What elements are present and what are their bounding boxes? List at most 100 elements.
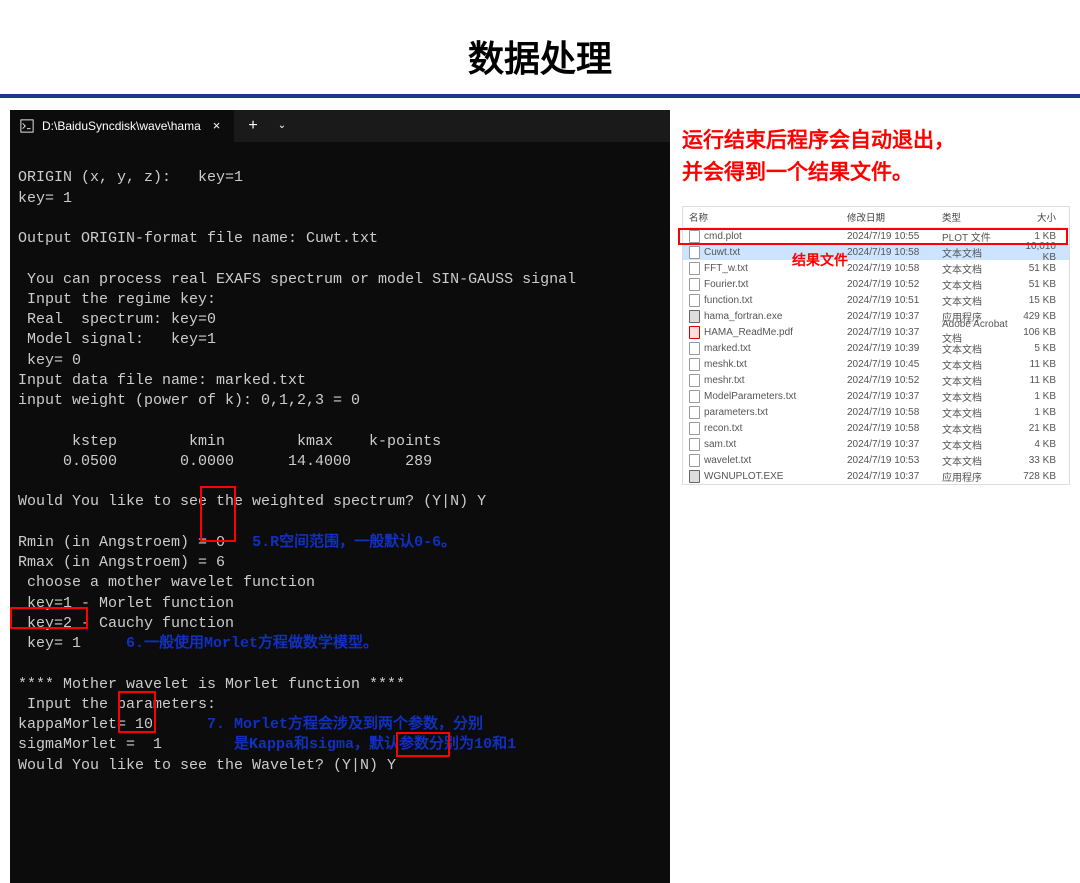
- file-date: 2024/7/19 10:53: [841, 452, 936, 469]
- file-icon: [689, 374, 700, 387]
- term-line: Rmax (in Angstroem) = 6: [18, 554, 225, 571]
- term-line: Real spectrum: key=0: [18, 311, 216, 328]
- term-line: Input the regime key:: [18, 291, 216, 308]
- file-size: 11 KB: [1014, 356, 1062, 373]
- term-line: kstep kmin kmax k-points: [18, 433, 441, 450]
- term-line: sigmaMorlet = 1: [18, 736, 162, 753]
- file-icon: [689, 438, 700, 451]
- term-line: Output ORIGIN-format file name: Cuwt.txt: [18, 230, 378, 247]
- tab-dropdown-icon[interactable]: ⌄: [272, 119, 292, 133]
- result-file-label: 结果文件: [792, 250, 848, 270]
- file-name: parameters.txt: [704, 407, 768, 418]
- file-date: 2024/7/19 10:39: [841, 340, 936, 357]
- file-size: 21 KB: [1014, 420, 1062, 437]
- file-icon: [689, 278, 700, 291]
- term-line: key= 1: [18, 190, 72, 207]
- file-icon: [689, 262, 700, 275]
- file-name: recon.txt: [704, 423, 742, 434]
- file-date: 2024/7/19 10:58: [841, 260, 936, 277]
- slide-header: 数据处理: [0, 0, 1080, 94]
- file-type: 应用程序: [936, 466, 1014, 487]
- annotation-6: 6.一般使用Morlet方程做数学模型。: [126, 635, 378, 652]
- file-name: meshr.txt: [704, 375, 745, 386]
- file-size: 4 KB: [1014, 436, 1062, 453]
- file-date: 2024/7/19 10:58: [841, 244, 936, 261]
- file-date: 2024/7/19 10:37: [841, 468, 936, 485]
- close-icon[interactable]: ×: [209, 117, 225, 135]
- page-title: 数据处理: [0, 30, 1080, 82]
- file-explorer-wrap: 名称 修改日期 类型 大小 cmd.plot2024/7/19 10:55PLO…: [682, 198, 1070, 485]
- annotation-7b: 是Kappa和sigma，默认参数分别为10和1: [234, 736, 516, 753]
- redbox-rmin-rmax: [200, 486, 236, 542]
- terminal-body[interactable]: ORIGIN (x, y, z): key=1 key= 1 Output OR…: [10, 142, 670, 883]
- annotation-7a: 7. Morlet方程会涉及到两个参数，分别: [207, 716, 483, 733]
- file-date: 2024/7/19 10:58: [841, 404, 936, 421]
- file-name: FFT_w.txt: [704, 263, 748, 274]
- terminal-window: D:\BaiduSyncdisk\wave\hama × + ⌄ ORIGIN …: [10, 110, 670, 883]
- divider: [0, 94, 1080, 98]
- term-line: Would You like to see the Wavelet? (Y|N)…: [18, 757, 396, 774]
- file-date: 2024/7/19 10:58: [841, 420, 936, 437]
- term-line: Model signal: key=1: [18, 331, 216, 348]
- file-size: 429 KB: [1014, 308, 1062, 325]
- note-text: 运行结束后程序会自动退出， 并会得到一个结果文件。: [682, 110, 1070, 188]
- file-size: 33 KB: [1014, 452, 1062, 469]
- file-name: marked.txt: [704, 343, 751, 354]
- term-line: Rmin (in Angstroem) = 0: [18, 534, 225, 551]
- file-name: WGNUPLOT.EXE: [704, 471, 783, 482]
- file-name: meshk.txt: [704, 359, 747, 370]
- file-icon: [689, 422, 700, 435]
- file-icon: [689, 390, 700, 403]
- terminal-tab[interactable]: D:\BaiduSyncdisk\wave\hama ×: [10, 110, 234, 142]
- file-icon: [689, 294, 700, 307]
- col-name[interactable]: 名称: [683, 207, 841, 227]
- file-size: 15 KB: [1014, 292, 1062, 309]
- file-date: 2024/7/19 10:52: [841, 276, 936, 293]
- term-line: input weight (power of k): 0,1,2,3 = 0: [18, 392, 360, 409]
- term-line: choose a mother wavelet function: [18, 574, 315, 591]
- term-line: ORIGIN (x, y, z): key=1: [18, 169, 243, 186]
- file-icon: [689, 246, 700, 259]
- file-row[interactable]: WGNUPLOT.EXE 2024/7/19 10:37应用程序728 KB: [683, 468, 1069, 484]
- file-size: 11 KB: [1014, 372, 1062, 389]
- terminal-titlebar[interactable]: D:\BaiduSyncdisk\wave\hama × + ⌄: [10, 110, 670, 142]
- redbox-last-y: [396, 732, 450, 757]
- term-line: You can process real EXAFS spectrum or m…: [18, 271, 576, 288]
- file-name: wavelet.txt: [704, 455, 751, 466]
- file-icon: [689, 326, 700, 339]
- file-icon: [689, 470, 700, 483]
- file-size: 51 KB: [1014, 260, 1062, 277]
- file-icon: [689, 406, 700, 419]
- file-size: 1 KB: [1014, 388, 1062, 405]
- term-line: key= 1: [18, 635, 81, 652]
- file-date: 2024/7/19 10:37: [841, 388, 936, 405]
- file-size: 106 KB: [1014, 324, 1062, 341]
- term-line: key= 0: [18, 352, 81, 369]
- col-date[interactable]: 修改日期: [841, 207, 936, 227]
- file-name: Fourier.txt: [704, 279, 748, 290]
- file-icon: [689, 358, 700, 371]
- file-icon: [689, 310, 700, 323]
- file-size: 728 KB: [1014, 468, 1062, 485]
- file-explorer[interactable]: 名称 修改日期 类型 大小 cmd.plot2024/7/19 10:55PLO…: [682, 206, 1070, 485]
- term-line: Input data file name: marked.txt: [18, 372, 306, 389]
- file-date: 2024/7/19 10:52: [841, 372, 936, 389]
- file-size: 1 KB: [1014, 404, 1062, 421]
- redbox-result-file: [678, 228, 1068, 245]
- col-type[interactable]: 类型: [936, 207, 1014, 227]
- content-area: D:\BaiduSyncdisk\wave\hama × + ⌄ ORIGIN …: [0, 110, 1080, 883]
- tab-title: D:\BaiduSyncdisk\wave\hama: [42, 118, 201, 134]
- file-name: sam.txt: [704, 439, 736, 450]
- term-line: Would You like to see the weighted spect…: [18, 493, 486, 510]
- file-size: 5 KB: [1014, 340, 1062, 357]
- file-date: 2024/7/19 10:37: [841, 308, 936, 325]
- file-date: 2024/7/19 10:37: [841, 324, 936, 341]
- file-date: 2024/7/19 10:37: [841, 436, 936, 453]
- file-name: ModelParameters.txt: [704, 391, 796, 402]
- file-name: function.txt: [704, 295, 752, 306]
- redbox-kappa-sigma: [118, 691, 156, 733]
- col-size[interactable]: 大小: [1014, 207, 1062, 227]
- new-tab-button[interactable]: +: [234, 115, 271, 137]
- file-icon: [689, 342, 700, 355]
- file-name: HAMA_ReadMe.pdf: [704, 327, 793, 338]
